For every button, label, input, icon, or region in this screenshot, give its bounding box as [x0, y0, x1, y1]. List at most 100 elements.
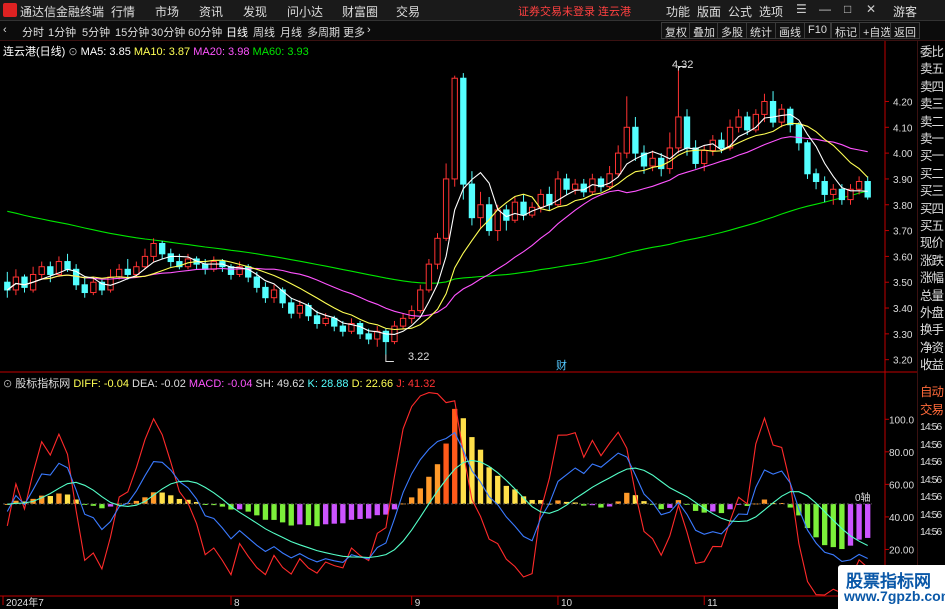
price-tick-label: 3.40: [893, 304, 913, 315]
candle-body: [270, 289, 278, 299]
quote-label: 现价: [920, 236, 944, 251]
macd-bar: [503, 485, 509, 504]
candle-body: [417, 289, 424, 312]
candle-body: [159, 242, 166, 255]
ma60-value: MA60: 3.93: [252, 46, 309, 58]
indicator-name[interactable]: 股标指标网: [15, 378, 70, 390]
macd-bar: [443, 443, 449, 504]
time-tick-label: 9: [415, 598, 421, 609]
candle-body: [623, 126, 630, 154]
candle-body: [744, 116, 751, 131]
auto-trade-label[interactable]: 自动: [920, 385, 944, 400]
ma10-line: [6, 122, 869, 331]
tick-time: 14:56: [920, 438, 942, 451]
candle-body: [115, 268, 123, 278]
macd-bar: [710, 503, 716, 512]
macd-bar: [271, 503, 277, 520]
candle-body: [210, 261, 217, 270]
macd-bar: [47, 495, 53, 504]
macd-bar: [529, 499, 535, 504]
quote-label: 涨跌: [920, 253, 944, 268]
indicator-tick-label: 100.0: [889, 415, 914, 426]
candle-body: [442, 178, 450, 239]
macd-bar: [314, 503, 320, 527]
indicator-tick-label: 80.00: [889, 448, 914, 459]
candle-body: [580, 183, 587, 193]
macd-bar: [718, 503, 725, 514]
macd-bar: [658, 503, 664, 510]
time-tick-label: 10: [561, 598, 573, 609]
low-marker: [385, 354, 394, 363]
indicator-tick-label: 60.00: [889, 480, 914, 491]
macd-bar: [245, 503, 251, 512]
tick-time: 14:56: [920, 508, 942, 521]
candle-body: [408, 310, 415, 319]
indicator-tick-label: 40.00: [889, 513, 914, 524]
candle-body: [38, 266, 45, 275]
candle-body: [227, 266, 235, 275]
quote-label: 委比: [920, 45, 944, 59]
macd-bar: [99, 503, 105, 509]
macd-bar: [865, 503, 871, 538]
macd-bar: [357, 503, 363, 519]
tick-time: 14:56: [920, 421, 942, 433]
price-tick-label: 3.70: [893, 227, 913, 238]
candle-body: [399, 317, 407, 327]
macd-bar: [56, 493, 62, 504]
k-value: K: 28.88: [307, 378, 349, 390]
candle-body: [81, 284, 88, 294]
ma5-value: MA5: 3.85: [80, 46, 131, 58]
macd-bar: [331, 503, 337, 524]
candle-body: [313, 315, 321, 325]
macd-bar: [813, 503, 819, 538]
candle-body: [701, 150, 708, 164]
candle-body: [288, 302, 295, 314]
price-tick-label: 4.00: [893, 149, 913, 160]
quote-label: 换手: [920, 323, 944, 338]
candle-body: [468, 183, 476, 219]
ma10-value: MA10: 3.87: [133, 46, 191, 58]
candle-body: [718, 139, 725, 149]
macd-bar: [417, 488, 423, 504]
candle-body: [830, 188, 837, 195]
candle-body: [434, 237, 441, 265]
candle-body: [804, 142, 811, 175]
j-value: J: 41.32: [396, 378, 436, 390]
macd-bar: [477, 449, 484, 504]
macd-bar: [176, 498, 183, 504]
macd-bar: [495, 475, 501, 504]
macd-bar: [168, 495, 174, 504]
tick-time: 14:56: [920, 526, 942, 538]
candle-body: [838, 188, 846, 201]
candle-body: [451, 77, 458, 180]
indicator-info-line: ⊙ 股标指标网 DIFF: -0.04 DEA: -0.02 MACD: -0.…: [3, 375, 435, 391]
dropdown-icon[interactable]: ⊙: [68, 46, 77, 58]
candle-body: [795, 124, 803, 144]
macd-bar: [847, 503, 854, 546]
quote-label: 买四: [920, 201, 944, 216]
d-value: D: 22.66: [351, 378, 394, 390]
price-tick-label: 3.50: [893, 278, 913, 289]
kline-chart[interactable]: 4.20 4.10 4.00 3.90 3.80 3.70 3.60 3.50 3.40 3.30…: [0, 0, 945, 609]
quote-label: 卖四: [920, 79, 944, 94]
finance-marker[interactable]: 财: [556, 357, 567, 373]
stock-name[interactable]: 连云港(日线): [3, 46, 65, 58]
macd-bar: [297, 503, 303, 525]
candle-body: [735, 116, 742, 128]
macd-bar: [348, 503, 355, 520]
candle-body: [356, 323, 364, 335]
macd-bar: [667, 503, 673, 508]
candle-body: [365, 333, 372, 340]
macd-bar: [254, 503, 260, 516]
quote-label: 卖一: [920, 132, 944, 146]
candle-body: [563, 178, 570, 190]
candle-body: [812, 173, 820, 183]
indicator-menu-icon[interactable]: ⊙: [3, 378, 12, 390]
quote-panel: 委比 卖五 卖四 卖三 卖二 卖一 买一 买二 买三 买四 买五 现价 涨跌 涨幅 总量 外盘 换手 净资 收益 自…: [917, 41, 945, 609]
zero-axis-label: 0轴: [855, 493, 871, 504]
auto-trade-label[interactable]: 交易: [920, 403, 944, 418]
watermark-url: www.7gpzb.com: [844, 588, 945, 604]
macd-bar: [434, 464, 441, 504]
price-tick-label: 3.80: [893, 201, 913, 212]
macd-bar: [856, 503, 862, 540]
